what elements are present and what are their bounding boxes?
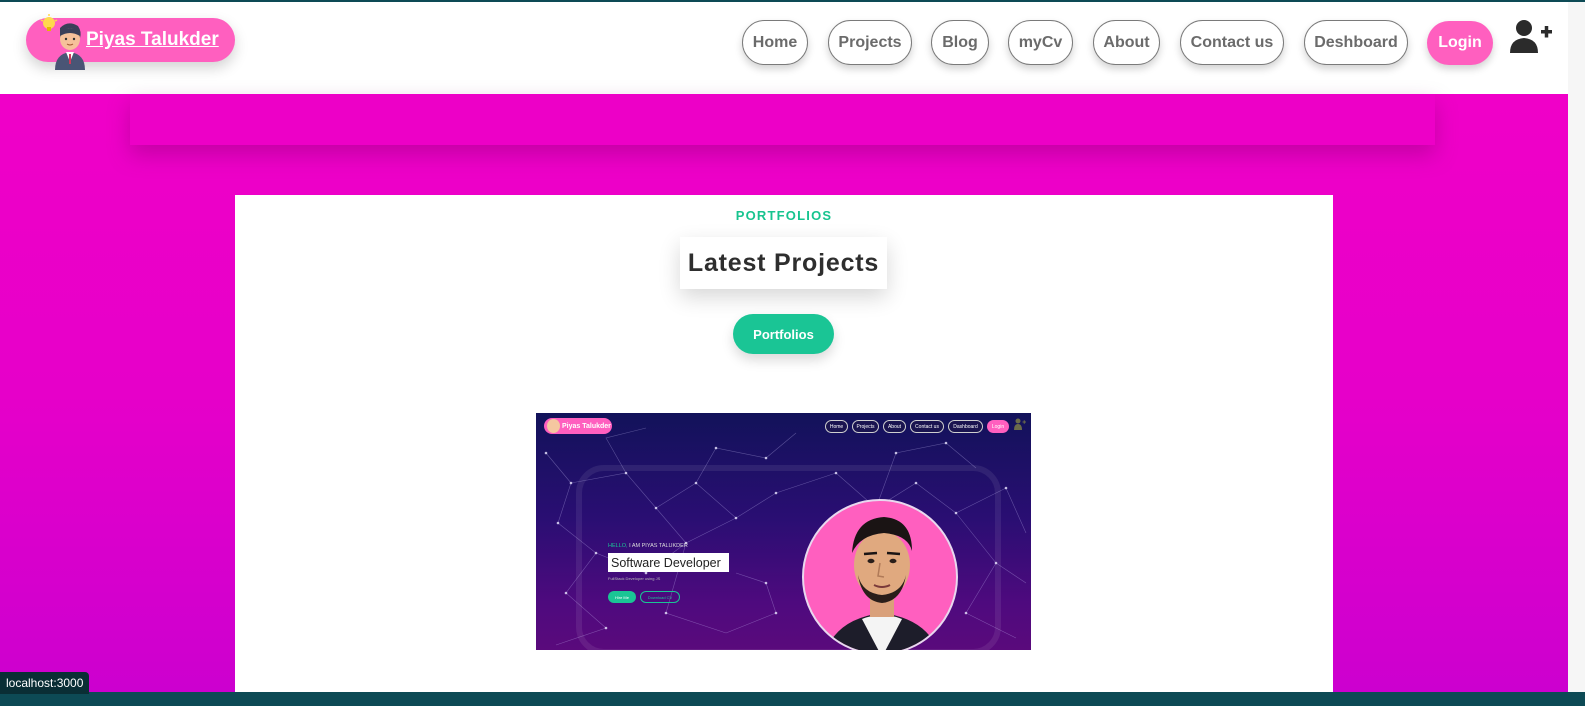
login-button[interactable]: Login [1427,21,1493,65]
page-scrollbar[interactable] [1568,2,1585,692]
preview-brand-name: Piyas Talukder [562,422,611,430]
brand-name: Piyas Talukder [86,29,219,50]
nav-home[interactable]: Home [742,20,808,65]
preview-profile-photo [802,499,958,650]
preview-role: Software Developer [608,553,729,572]
preview-nav-about: About [883,420,906,433]
preview-nav-projects: Projects [852,420,879,433]
bottom-window-border [0,692,1585,706]
hero-banner [130,94,1435,145]
preview-brand: Piyas Talukder [544,418,612,434]
nav-mycv[interactable]: myCv [1008,20,1073,65]
nav-blog[interactable]: Blog [931,20,989,65]
project-preview-card[interactable]: Piyas Talukder Home Projects About Conta… [536,413,1031,650]
top-navbar: Piyas Talukder Home Projects Blog myCv A… [0,2,1585,94]
nav-contact-us[interactable]: Contact us [1180,20,1284,65]
preview-avatar-icon [547,419,560,433]
nav-about[interactable]: About [1093,20,1160,65]
nav-dashboard[interactable]: Deshboard [1304,20,1408,65]
preview-download-button: Download CV [640,591,680,603]
section-title: Latest Projects [680,237,887,289]
portfolios-button[interactable]: Portfolios [733,314,834,354]
brand-logo-link[interactable]: Piyas Talukder [26,14,235,70]
profile-portrait-graphic [826,517,938,650]
preview-nav-dashboard: Dashboard [948,420,983,433]
preview-login: Login [987,420,1009,433]
preview-nav-contact: Contact us [910,420,944,433]
preview-hire-button: Hire Me [608,591,636,603]
browser-status-url: localhost:3000 [0,672,90,694]
section-eyebrow: PORTFOLIOS [735,208,833,223]
preview-hello: HELLO, [608,543,628,549]
preview-nav-home: Home [825,420,848,433]
user-plus-icon[interactable] [1510,19,1552,53]
preview-greeting: HELLO, I AM PIYAS TALUKDER [608,543,688,549]
nav-projects[interactable]: Projects [828,20,912,65]
avatar-icon [40,14,85,70]
preview-intro: I AM PIYAS TALUKDER [629,543,688,549]
preview-subtitle: FullStack Developer using JS [608,576,661,581]
projects-section-card: PORTFOLIOS Latest Projects Portfolios Pi… [235,195,1333,692]
preview-user-plus-icon [1014,418,1026,430]
